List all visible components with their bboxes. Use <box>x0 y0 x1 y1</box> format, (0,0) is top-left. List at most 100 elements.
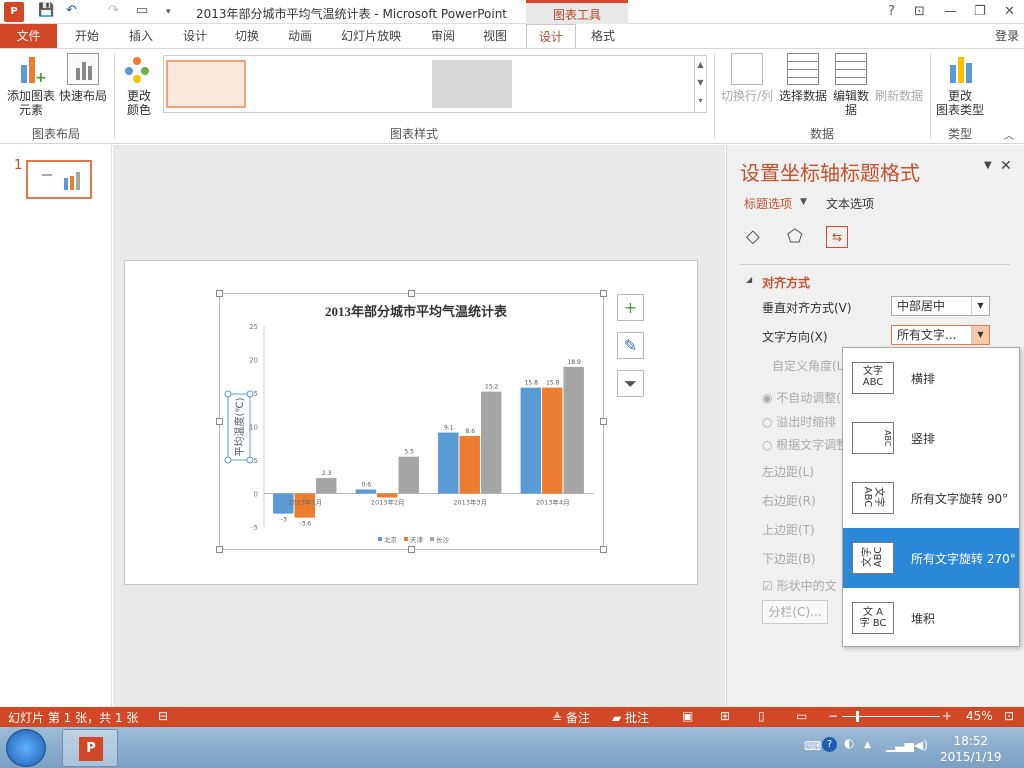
network-icon[interactable]: ▁▃▅ <box>886 738 914 752</box>
resize-handle[interactable] <box>216 418 223 425</box>
collapse-ribbon-icon[interactable]: ︿ <box>1004 127 1014 142</box>
resize-handle[interactable] <box>216 546 223 553</box>
chart-styles-brush-icon[interactable]: ✎ <box>617 332 644 359</box>
change-colors-button[interactable]: 更改 颜色 <box>118 53 160 117</box>
select-data-button[interactable]: 选择数据 <box>778 53 828 103</box>
pane-close-icon[interactable]: ✕ <box>1000 158 1012 174</box>
resize-radio[interactable]: ○ 根据文字调整 <box>762 436 848 453</box>
shrink-radio[interactable]: ○ 溢出时缩排 <box>762 413 836 430</box>
tab-transitions[interactable]: 切换 <box>224 24 270 48</box>
chart-styles-gallery[interactable]: ▲ ▼ ▾ <box>163 55 707 113</box>
no-autofit-radio[interactable]: ◉ 不自动调整( <box>762 389 841 406</box>
option-vertical[interactable]: ABC 竖排 <box>843 408 1019 468</box>
top-margin-label: 上边距(T) <box>762 523 815 537</box>
chart-container[interactable]: 2013年部分城市平均气温统计表 25 20 15 10 5 0 -5 -3 -3.6 2.3 0… <box>216 290 607 553</box>
reading-view-icon[interactable]: ▯ <box>758 709 765 723</box>
restore-button[interactable]: ❐ <box>974 4 986 19</box>
slide-sorter-icon[interactable]: ⊞ <box>720 709 730 723</box>
refresh-data-button[interactable]: 刷新数据 <box>872 53 926 103</box>
resize-handle[interactable] <box>600 546 607 553</box>
switch-row-column-button[interactable]: 切换行/列 <box>718 53 776 103</box>
quick-layout-button[interactable]: 快速布局 <box>58 53 108 103</box>
resize-handle[interactable] <box>408 546 415 553</box>
help-tray-icon[interactable]: ? <box>822 737 837 752</box>
option-stacked[interactable]: 文 A 字 BC 堆积 <box>843 588 1019 648</box>
chart-style-2[interactable] <box>254 60 334 108</box>
start-button-icon[interactable] <box>6 729 46 767</box>
columns-button[interactable]: 分栏(C)... <box>762 600 828 624</box>
tab-animations[interactable]: 动画 <box>277 24 323 48</box>
option-horizontal[interactable]: 文字 ABC 横排 <box>843 348 1019 408</box>
vertical-align-select[interactable]: 中部居中 ▼ <box>891 296 990 316</box>
bar-chart[interactable]: 2013年部分城市平均气温统计表 2520151050-5 -3-3.62.30… <box>220 294 603 549</box>
tab-file[interactable]: 文件 <box>0 24 57 48</box>
system-clock[interactable]: 18:52 2015/1/19 <box>940 733 1002 765</box>
section-alignment[interactable]: 对齐方式 <box>762 274 810 291</box>
size-properties-icon[interactable]: ⇆ <box>826 226 848 248</box>
tab-chart-format[interactable]: 格式 <box>580 24 626 48</box>
tab-insert[interactable]: 插入 <box>118 24 164 48</box>
resize-handle[interactable] <box>600 290 607 297</box>
ime-icon[interactable]: ◐ <box>844 736 854 750</box>
slideshow-icon[interactable]: ▭ <box>796 709 807 723</box>
pane-options-chevron-icon[interactable]: ▼ <box>984 160 992 171</box>
wrap-text-checkbox[interactable]: ☑ 形状中的文 <box>762 577 837 594</box>
resize-handle[interactable] <box>216 290 223 297</box>
chart-style-5[interactable] <box>522 60 602 108</box>
help-button[interactable]: ? <box>888 4 895 19</box>
chart-elements-plus-icon[interactable]: + <box>617 294 644 321</box>
save-icon[interactable]: 💾 <box>38 3 54 18</box>
tab-chart-design[interactable]: 设计 <box>526 24 576 48</box>
zoom-in-button[interactable]: + <box>942 709 952 723</box>
y-axis-title[interactable]: 平均温度(℃) <box>233 397 246 456</box>
sign-in-link[interactable]: 登录 <box>992 24 1022 48</box>
redo-icon[interactable]: ↷ <box>108 3 119 18</box>
tab-view[interactable]: 视图 <box>472 24 518 48</box>
tab-title-options[interactable]: 标题选项 <box>744 195 792 212</box>
fit-slide-icon[interactable]: ⊡ <box>1004 709 1014 723</box>
zoom-slider-thumb[interactable] <box>856 711 859 722</box>
chart-style-1[interactable] <box>166 60 246 108</box>
keyboard-icon[interactable]: ⌨ <box>804 739 821 753</box>
undo-icon[interactable]: ↶ <box>66 3 77 18</box>
change-colors-label: 更改 颜色 <box>126 89 151 117</box>
title-options-chevron-icon[interactable]: ▼ <box>800 197 807 207</box>
change-chart-type-button[interactable]: 更改 图表类型 <box>934 53 986 117</box>
effects-pentagon-icon[interactable]: ⬠ <box>787 226 803 247</box>
text-direction-select[interactable]: 所有文字... ▼ <box>891 325 990 345</box>
tray-expand-icon[interactable]: ▲ <box>864 740 871 750</box>
edit-data-button[interactable]: 编辑数 据 <box>830 53 872 117</box>
chart-style-3[interactable] <box>342 60 422 108</box>
tab-design[interactable]: 设计 <box>172 24 218 48</box>
option-rotate-90[interactable]: 文字 ABC 所有文字旋转 90° <box>843 468 1019 528</box>
add-chart-element-button[interactable]: + 添加图表 元素 <box>4 53 58 117</box>
volume-icon[interactable]: ◀) <box>914 738 928 752</box>
taskbar-powerpoint-button[interactable]: P <box>62 729 118 767</box>
present-icon[interactable]: ▭ <box>136 3 148 18</box>
normal-view-icon[interactable]: ▣ <box>682 709 693 723</box>
slide-thumbnail[interactable] <box>26 160 92 199</box>
gallery-scroll[interactable]: ▲ ▼ ▾ <box>694 56 706 112</box>
resize-handle[interactable] <box>408 290 415 297</box>
chart-style-6[interactable] <box>610 60 690 108</box>
chart-filter-icon[interactable]: ⏷ <box>617 370 644 397</box>
close-button[interactable]: ✕ <box>1004 4 1015 19</box>
customize-qa-icon[interactable]: ▾ <box>166 7 171 17</box>
resize-handle[interactable] <box>600 418 607 425</box>
chart-style-4[interactable] <box>432 60 512 108</box>
section-collapse-icon[interactable]: ◢ <box>746 275 752 284</box>
notes-button[interactable]: ≜ 备注 <box>552 709 590 726</box>
zoom-level[interactable]: 45% <box>966 709 993 723</box>
tab-text-options[interactable]: 文本选项 <box>826 195 874 212</box>
option-rotate-270[interactable]: 文字 ABC 所有文字旋转 270° <box>843 528 1019 588</box>
spelling-icon[interactable]: ⊟ <box>158 709 168 723</box>
chart-title[interactable]: 2013年部分城市平均气温统计表 <box>325 304 508 319</box>
ribbon-display-button[interactable]: ⊡ <box>914 4 925 19</box>
tab-slideshow[interactable]: 幻灯片放映 <box>334 24 408 48</box>
comments-button[interactable]: ▰ 批注 <box>612 709 649 726</box>
tab-review[interactable]: 审阅 <box>420 24 466 48</box>
zoom-out-button[interactable]: − <box>828 709 838 723</box>
fill-line-icon[interactable]: ◇ <box>746 226 760 247</box>
minimize-button[interactable]: — <box>944 4 957 19</box>
tab-home[interactable]: 开始 <box>64 24 110 48</box>
